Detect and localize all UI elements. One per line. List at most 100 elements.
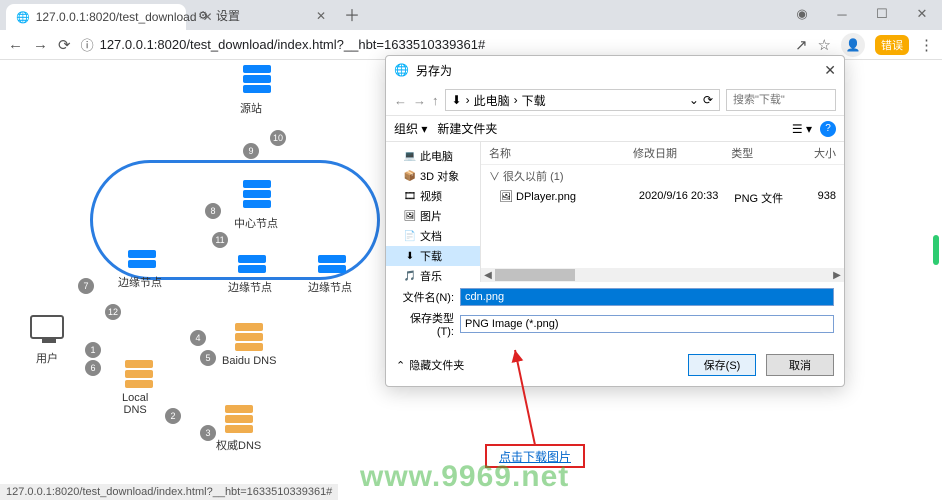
scroll-thumb[interactable] xyxy=(495,269,575,281)
chevron-right-icon: › xyxy=(466,93,470,107)
filename-label: 文件名(N): xyxy=(396,289,454,305)
save-as-dialog: 🌐 另存为 ✕ ← → ↑ ⬇ › 此电脑 › 下载 ⌄ ⟳ 组织 ▾ 新建文件… xyxy=(385,55,845,387)
folder-icon: 🎞 xyxy=(404,190,416,202)
dialog-close-button[interactable]: ✕ xyxy=(824,62,836,79)
node-label: 权威DNS xyxy=(216,437,261,453)
reload-button[interactable]: ⟳ xyxy=(58,36,71,54)
nav-up-icon[interactable]: ↑ xyxy=(432,93,439,108)
file-name: 🖼 DPlayer.png xyxy=(499,190,639,206)
filetype-select[interactable] xyxy=(460,315,834,333)
scroll-track[interactable] xyxy=(495,269,830,281)
new-folder-button[interactable]: 新建文件夹 xyxy=(437,120,497,137)
file-row[interactable]: 🖼 DPlayer.png 2020/9/16 20:33 PNG 文件 938 xyxy=(481,187,844,209)
window-controls: ◉ ─ ☐ ✕ xyxy=(782,0,942,28)
back-button[interactable]: ← xyxy=(8,36,23,53)
save-button[interactable]: 保存(S) xyxy=(688,354,756,376)
crumb[interactable]: 此电脑 xyxy=(474,92,510,109)
hide-folders-toggle[interactable]: ⌃ 隐藏文件夹 xyxy=(396,357,464,373)
view-mode-icon[interactable]: ☰ ▾ xyxy=(792,122,812,136)
download-icon: ⬇ xyxy=(452,93,462,107)
node-label: 用户 xyxy=(36,350,58,366)
star-icon[interactable]: ☆ xyxy=(818,36,831,54)
step-circle: 2 xyxy=(165,408,181,424)
search-input[interactable] xyxy=(726,89,836,111)
file-size: 938 xyxy=(798,190,836,206)
file-type: PNG 文件 xyxy=(734,190,798,206)
tree-label: 视频 xyxy=(420,188,442,204)
scroll-right-icon[interactable]: ▶ xyxy=(830,270,844,281)
tab-settings[interactable]: ⚙ 设置 ✕ xyxy=(186,1,336,30)
nav-back-icon[interactable]: ← xyxy=(394,93,407,108)
file-group[interactable]: ∨ 很久以前 (1) xyxy=(481,165,844,187)
image-icon: 🖼 xyxy=(499,191,513,203)
folder-tree: 💻此电脑📦3D 对象🎞视频🖼图片📄文档⬇下载🎵音乐🖥桌面💽Windows (C:… xyxy=(386,142,481,282)
browser-chrome: 🌐 127.0.0.1:8020/test_download ✕ ⚙ 设置 ✕ … xyxy=(0,0,942,60)
tree-label: 文档 xyxy=(420,228,442,244)
local-dns-icon xyxy=(125,360,153,390)
help-icon[interactable]: ? xyxy=(820,121,836,137)
maximize-button[interactable]: ☐ xyxy=(862,0,902,28)
tree-item[interactable]: ⬇下载 xyxy=(386,246,480,266)
baidu-dns-icon xyxy=(235,323,263,353)
nav-forward-icon[interactable]: → xyxy=(413,93,426,108)
dialog-toolbar: 组织 ▾ 新建文件夹 ☰ ▾ ? xyxy=(386,115,844,142)
col-type[interactable]: 类型 xyxy=(731,145,796,161)
tree-item[interactable]: 📄 文档 xyxy=(386,226,480,246)
gear-icon: ⚙ xyxy=(196,9,210,23)
cdn-diagram: 源站 中心节点 边缘节点 边缘节点 边缘节点 用户 Local DNS Baid… xyxy=(0,60,380,480)
col-name[interactable]: 名称 xyxy=(489,145,633,161)
filetype-label: 保存类型(T): xyxy=(396,310,454,338)
minimize-button[interactable]: ─ xyxy=(822,0,862,28)
tree-label: 此电脑 xyxy=(420,148,453,164)
step-circle: 12 xyxy=(105,304,121,320)
close-button[interactable]: ✕ xyxy=(902,0,942,28)
menu-icon[interactable]: ⋮ xyxy=(919,36,934,54)
profile-icon[interactable]: 👤 xyxy=(841,33,865,57)
breadcrumb[interactable]: ⬇ › 此电脑 › 下载 ⌄ ⟳ xyxy=(445,89,721,111)
watermark: www.9969.net xyxy=(360,460,569,494)
address-bar[interactable]: ⓘ 127.0.0.1:8020/test_download/index.htm… xyxy=(81,35,785,54)
step-circle: 9 xyxy=(243,143,259,159)
scroll-left-icon[interactable]: ◀ xyxy=(481,270,495,281)
node-label: Baidu DNS xyxy=(222,355,276,367)
forward-button[interactable]: → xyxy=(33,36,48,53)
tab-page[interactable]: 🌐 127.0.0.1:8020/test_download ✕ xyxy=(6,4,186,30)
error-badge[interactable]: 错误 xyxy=(875,35,909,55)
col-size[interactable]: 大小 xyxy=(797,145,836,161)
tree-item[interactable]: 🖼图片 xyxy=(386,206,480,226)
center-node-icon xyxy=(243,180,271,210)
tree-item[interactable]: 🎵音乐 xyxy=(386,266,480,282)
auth-dns-icon xyxy=(225,405,253,435)
col-date[interactable]: 修改日期 xyxy=(633,145,731,161)
filename-input[interactable] xyxy=(460,288,834,306)
origin-server-icon xyxy=(243,65,271,95)
cancel-button[interactable]: 取消 xyxy=(766,354,834,376)
node-label: 边缘节点 xyxy=(308,279,352,295)
share-icon[interactable]: ↗ xyxy=(795,36,808,54)
chevron-down-icon[interactable]: ⌄ xyxy=(689,93,699,107)
node-label: 边缘节点 xyxy=(118,274,162,290)
file-date: 2020/9/16 20:33 xyxy=(639,190,734,206)
refresh-icon[interactable]: ⟳ xyxy=(703,93,713,107)
folder-icon: 💻 xyxy=(404,150,416,162)
tree-item[interactable]: 🎞 视频 xyxy=(386,186,480,206)
organize-menu[interactable]: 组织 ▾ xyxy=(394,120,427,137)
user-monitor-icon xyxy=(30,315,64,339)
step-circle: 5 xyxy=(200,350,216,366)
step-circle: 3 xyxy=(200,425,216,441)
node-label: Local DNS xyxy=(122,392,148,416)
record-icon[interactable]: ◉ xyxy=(782,0,822,28)
folder-icon: 📄 xyxy=(404,230,416,242)
horizontal-scrollbar[interactable]: ◀ ▶ xyxy=(481,268,844,282)
url-text: 127.0.0.1:8020/test_download/index.html?… xyxy=(100,37,486,52)
step-circle: 1 xyxy=(85,342,101,358)
tree-item[interactable]: 📦3D 对象 xyxy=(386,166,480,186)
tree-item[interactable]: 💻 此电脑 xyxy=(386,146,480,166)
globe-icon: 🌐 xyxy=(16,10,30,24)
dialog-body: 💻此电脑📦3D 对象🎞视频🖼图片📄文档⬇下载🎵音乐🖥桌面💽Windows (C:… xyxy=(386,142,844,282)
edge-node-icon xyxy=(238,255,266,275)
tab-close-icon[interactable]: ✕ xyxy=(316,9,326,23)
status-bar: 127.0.0.1:8020/test_download/index.html?… xyxy=(0,484,338,500)
new-tab-button[interactable]: ＋ xyxy=(336,0,368,30)
crumb[interactable]: 下载 xyxy=(522,92,546,109)
